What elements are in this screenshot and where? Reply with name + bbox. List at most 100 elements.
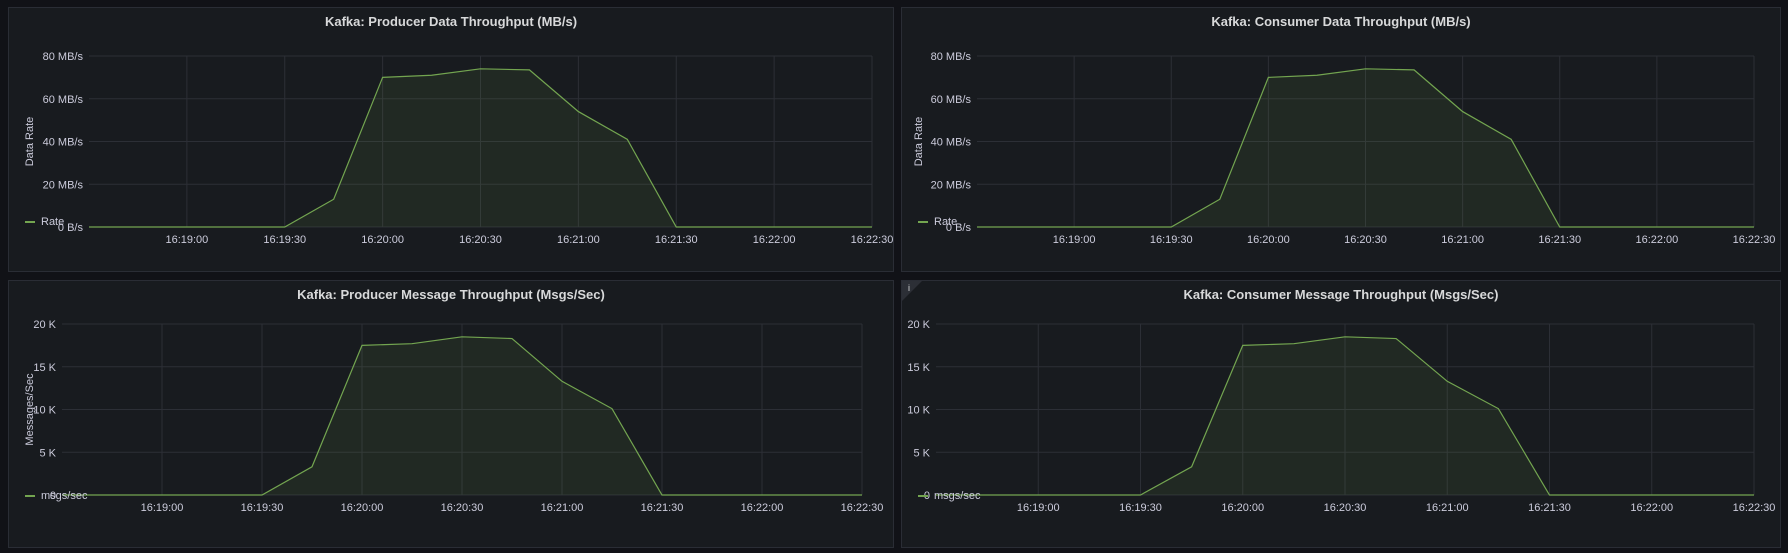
data-point[interactable]	[976, 226, 979, 229]
x-tick-label: 16:20:00	[1247, 234, 1290, 246]
data-point[interactable]	[430, 74, 433, 77]
data-point[interactable]	[1599, 494, 1602, 497]
data-point[interactable]	[234, 226, 237, 229]
legend-item[interactable]: msgs/sec	[25, 490, 87, 502]
x-tick-label: 16:21:30	[1538, 234, 1581, 246]
data-point[interactable]	[1139, 494, 1142, 497]
data-point[interactable]	[511, 337, 514, 340]
data-point[interactable]	[332, 198, 335, 201]
data-point[interactable]	[561, 380, 564, 383]
data-point[interactable]	[661, 494, 664, 497]
data-point[interactable]	[111, 494, 114, 497]
series-area	[89, 68, 872, 227]
chart-panel-2[interactable]: Kafka: Consumer Data Throughput (MB/s) 0 …	[901, 7, 1781, 272]
data-point[interactable]	[1170, 226, 1173, 229]
data-point[interactable]	[1413, 68, 1416, 71]
data-point[interactable]	[1753, 494, 1756, 497]
data-point[interactable]	[1395, 337, 1398, 340]
x-tick-label: 16:22:00	[1630, 502, 1673, 514]
x-tick-label: 16:21:00	[1426, 502, 1469, 514]
data-point[interactable]	[1558, 226, 1561, 229]
x-tick-label: 16:19:30	[1150, 234, 1193, 246]
data-point[interactable]	[1241, 344, 1244, 347]
data-point[interactable]	[1037, 494, 1040, 497]
data-point[interactable]	[185, 226, 188, 229]
data-point[interactable]	[1607, 226, 1610, 229]
data-point[interactable]	[136, 226, 139, 229]
y-tick-label: 60 MB/s	[931, 94, 972, 106]
data-point[interactable]	[1121, 226, 1124, 229]
data-point[interactable]	[773, 226, 776, 229]
data-point[interactable]	[675, 226, 678, 229]
y-tick-label: 10 K	[33, 405, 56, 417]
y-tick-label: 5 K	[913, 447, 930, 459]
legend-item[interactable]: Rate	[918, 216, 957, 228]
data-point[interactable]	[479, 67, 482, 70]
series-area	[62, 336, 862, 495]
data-point[interactable]	[724, 226, 727, 229]
chart-plot: 0 B/s20 MB/s40 MB/s60 MB/s80 MB/s16:19:0…	[24, 51, 893, 246]
data-point[interactable]	[1655, 226, 1658, 229]
data-point[interactable]	[861, 494, 864, 497]
chart-panel-4[interactable]: Kafka: Consumer Message Throughput (Msgs…	[901, 280, 1781, 548]
data-point[interactable]	[1510, 138, 1513, 141]
data-point[interactable]	[161, 494, 164, 497]
data-point[interactable]	[611, 407, 614, 410]
x-tick-label: 16:21:30	[1528, 502, 1571, 514]
data-point[interactable]	[1344, 335, 1347, 338]
legend-label: msgs/sec	[41, 490, 88, 502]
data-point[interactable]	[711, 494, 714, 497]
data-point[interactable]	[871, 226, 874, 229]
data-point[interactable]	[411, 342, 414, 345]
data-point[interactable]	[811, 494, 814, 497]
x-tick-label: 16:20:00	[341, 502, 384, 514]
data-point[interactable]	[283, 226, 286, 229]
data-point[interactable]	[1218, 198, 1221, 201]
data-point[interactable]	[88, 226, 91, 229]
chart-panel-1[interactable]: Kafka: Producer Data Throughput (MB/s) 0 …	[8, 7, 894, 272]
x-tick-label: 16:19:00	[1053, 234, 1096, 246]
x-tick-label: 16:22:00	[1635, 234, 1678, 246]
data-point[interactable]	[528, 68, 531, 71]
data-point[interactable]	[361, 344, 364, 347]
chart-plot: 05 K10 K15 K20 K16:19:0016:19:3016:20:00…	[24, 319, 884, 514]
data-point[interactable]	[1315, 74, 1318, 77]
data-point[interactable]	[1088, 494, 1091, 497]
data-point[interactable]	[986, 494, 989, 497]
data-point[interactable]	[1753, 226, 1756, 229]
data-point[interactable]	[1704, 226, 1707, 229]
data-point[interactable]	[1267, 76, 1270, 79]
data-point[interactable]	[1446, 380, 1449, 383]
data-point[interactable]	[626, 138, 629, 141]
data-point[interactable]	[381, 76, 384, 79]
data-point[interactable]	[822, 226, 825, 229]
data-point[interactable]	[1364, 67, 1367, 70]
chart-panel-3[interactable]: Kafka: Producer Message Throughput (Msgs…	[8, 280, 894, 548]
chart-plot: 05 K10 K15 K20 K16:19:0016:19:3016:20:00…	[907, 319, 1775, 514]
legend-item[interactable]: msgs/sec	[918, 490, 980, 502]
x-tick-label: 16:22:30	[841, 502, 884, 514]
data-point[interactable]	[261, 494, 264, 497]
data-point[interactable]	[1190, 465, 1193, 468]
x-tick-label: 16:20:30	[459, 234, 502, 246]
data-point[interactable]	[1497, 407, 1500, 410]
x-tick-label: 16:20:00	[361, 234, 404, 246]
data-point[interactable]	[311, 465, 314, 468]
data-point[interactable]	[1548, 494, 1551, 497]
legend-item[interactable]: Rate	[25, 216, 64, 228]
data-point[interactable]	[1073, 226, 1076, 229]
x-tick-label: 16:21:00	[557, 234, 600, 246]
data-point[interactable]	[1024, 226, 1027, 229]
data-point[interactable]	[1292, 342, 1295, 345]
data-point[interactable]	[211, 494, 214, 497]
x-tick-label: 16:20:30	[1344, 234, 1387, 246]
data-point[interactable]	[1650, 494, 1653, 497]
x-tick-label: 16:21:00	[541, 502, 584, 514]
data-point[interactable]	[1461, 110, 1464, 113]
legend-label: Rate	[934, 216, 958, 228]
data-point[interactable]	[577, 110, 580, 113]
data-point[interactable]	[1701, 494, 1704, 497]
data-point[interactable]	[461, 335, 464, 338]
data-point[interactable]	[761, 494, 764, 497]
x-tick-label: 16:22:00	[741, 502, 784, 514]
